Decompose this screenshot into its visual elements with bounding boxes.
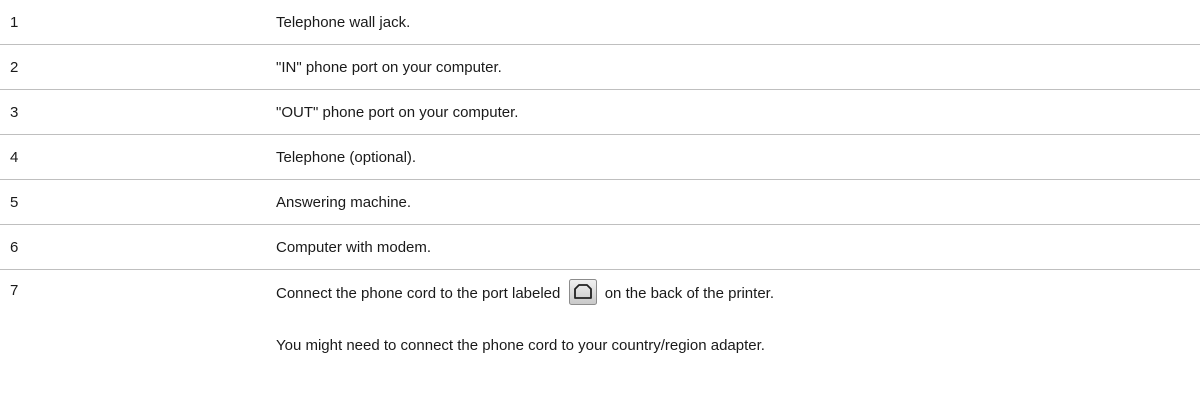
- row-number: 2: [10, 58, 19, 76]
- table-row: 7 Connect the phone cord to the port lab…: [0, 270, 1200, 358]
- row-description: Telephone (optional).: [276, 148, 417, 166]
- table-row: 4 Telephone (optional).: [0, 135, 1200, 180]
- row-description: Computer with modem.: [276, 238, 432, 256]
- instruction-text-start: Connect the phone cord to the port label…: [276, 285, 561, 302]
- row-number: 7: [10, 282, 19, 299]
- instruction-text-end: on the back of the printer.: [604, 285, 774, 302]
- adapter-note: You might need to connect the phone cord…: [276, 337, 765, 354]
- legend-table: 1 Telephone wall jack. 2 "IN" phone port…: [0, 0, 1200, 358]
- table-row: 3 "OUT" phone port on your computer.: [0, 90, 1200, 135]
- table-row: 2 "IN" phone port on your computer.: [0, 45, 1200, 90]
- table-row: 5 Answering machine.: [0, 180, 1200, 225]
- connect-instruction: Connect the phone cord to the port label…: [276, 279, 1200, 306]
- row-number: 3: [10, 103, 19, 121]
- table-row: 6 Computer with modem.: [0, 225, 1200, 270]
- phone-port-icon: [568, 279, 597, 306]
- row-description: Telephone wall jack.: [276, 13, 411, 31]
- row-number: 6: [10, 238, 19, 256]
- row-description: "IN" phone port on your computer.: [276, 58, 502, 76]
- row-number: 1: [10, 13, 19, 31]
- row-description: "OUT" phone port on your computer.: [276, 103, 519, 121]
- row-description: Connect the phone cord to the port label…: [276, 279, 1200, 358]
- row-number: 5: [10, 193, 19, 211]
- row-description: Answering machine.: [276, 193, 412, 211]
- table-row: 1 Telephone wall jack.: [0, 0, 1200, 45]
- row-number: 4: [10, 148, 19, 166]
